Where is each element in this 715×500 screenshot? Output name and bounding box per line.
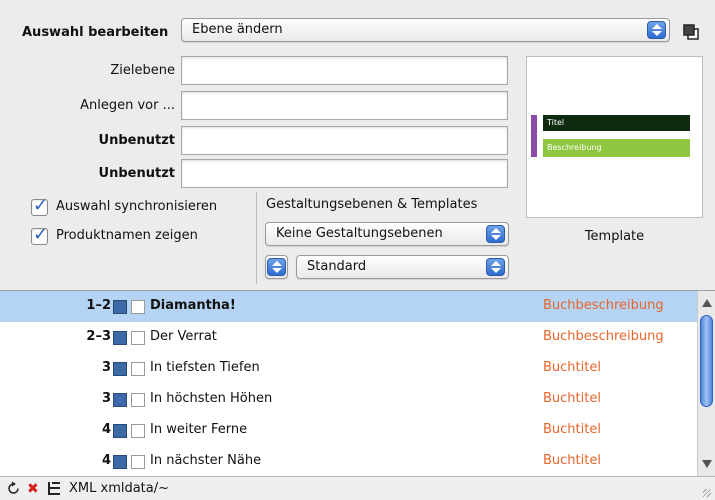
list-item[interactable]: 3 In tiefsten Tiefen Buchtitel (0, 353, 697, 384)
delete-icon[interactable]: ✖ (27, 481, 39, 497)
list-item-title: Der Verrat (150, 329, 217, 344)
design-layers-popup[interactable]: Keine Gestaltungsebenen (265, 222, 509, 246)
edit-panel: Auswahl bearbeiten Ebene ändern Zieleben… (0, 0, 715, 290)
row-checkbox[interactable] (131, 455, 145, 469)
list-scrollbar[interactable] (697, 291, 715, 476)
layer-color-icon (113, 455, 127, 469)
list-item-type: Buchtitel (543, 360, 601, 375)
preview-frame-bar (531, 115, 537, 157)
create-before-field[interactable] (181, 91, 508, 120)
list-item[interactable]: 1–2 Diamantha! Buchbeschreibung (0, 291, 697, 322)
sync-selection-label: Auswahl synchronisieren (56, 199, 218, 214)
list-item[interactable]: 3 In höchsten Höhen Buchtitel (0, 384, 697, 415)
list-item-title: In weiter Ferne (150, 422, 248, 437)
show-product-names-label: Produktnamen zeigen (56, 228, 198, 243)
row-checkbox[interactable] (131, 424, 145, 438)
layer-color-icon (113, 393, 127, 407)
layer-color-icon (113, 362, 127, 376)
status-bar: ✖ XML xmldata/~ (0, 476, 715, 500)
template-caption: Template (584, 229, 645, 244)
resize-grip-icon[interactable] (703, 489, 711, 497)
target-layer-label: Zielebene (110, 63, 175, 78)
list-item-type: Buchtitel (543, 391, 601, 406)
list-item-type: Buchbeschreibung (543, 298, 664, 313)
stepper-icon (267, 258, 286, 276)
vertical-divider (256, 192, 257, 284)
preview-description-block: Beschreibung (543, 139, 690, 157)
preview-title-block: Titel (543, 115, 690, 131)
edit-selection-label: Auswahl bearbeiten (22, 25, 169, 40)
list-item-number: 3 (101, 360, 111, 375)
scroll-thumb[interactable] (700, 315, 713, 407)
element-list[interactable]: 1–2 Diamantha! Buchbeschreibung 2–3 Der … (0, 291, 697, 476)
target-layer-field[interactable] (181, 56, 508, 85)
template-preview: Titel Beschreibung (526, 56, 703, 218)
list-item-number: 2–3 (86, 329, 111, 344)
list-item-number: 1–2 (86, 298, 111, 313)
row-checkbox[interactable] (131, 393, 145, 407)
row-checkbox[interactable] (131, 362, 145, 376)
unused-field-2[interactable] (181, 159, 508, 188)
popup-stepper-icon (486, 258, 505, 276)
template-popup[interactable]: Standard (296, 255, 509, 279)
sync-selection-checkbox[interactable]: ✓ (31, 195, 48, 216)
layer-color-icon (113, 424, 127, 438)
list-item-number: 4 (101, 422, 111, 437)
unused-label-1: Unbenutzt (98, 133, 175, 148)
copy-icon[interactable] (683, 24, 699, 40)
list-item[interactable]: 4 In nächster Nähe Buchtitel (0, 446, 697, 476)
create-before-label: Anlegen vor ... (80, 98, 175, 113)
list-item[interactable]: 4 In weiter Ferne Buchtitel (0, 415, 697, 446)
popup-stepper-icon (647, 21, 666, 39)
design-layers-heading: Gestaltungsebenen & Templates (266, 197, 478, 212)
list-item-type: Buchtitel (543, 422, 601, 437)
design-layers-popup-value: Keine Gestaltungsebenen (276, 226, 443, 241)
xml-path-label: XML xmldata/~ (69, 481, 170, 496)
template-stepper-button[interactable] (265, 255, 288, 279)
refresh-icon[interactable] (6, 481, 21, 496)
row-checkbox[interactable] (131, 331, 145, 345)
scroll-down-arrow-icon[interactable] (702, 460, 712, 468)
tree-icon[interactable] (47, 481, 61, 496)
layer-color-icon (113, 300, 127, 314)
template-popup-value: Standard (307, 259, 367, 274)
action-popup-value: Ebene ändern (192, 22, 283, 37)
row-checkbox[interactable] (131, 300, 145, 314)
show-product-names-checkbox[interactable]: ✓ (31, 224, 48, 245)
checkmark-icon: ✓ (33, 195, 49, 216)
list-item-number: 3 (101, 391, 111, 406)
layer-color-icon (113, 331, 127, 345)
list-item-number: 4 (101, 453, 111, 468)
unused-field-1[interactable] (181, 126, 508, 155)
list-item-type: Buchtitel (543, 453, 601, 468)
list-item-title: Diamantha! (150, 298, 236, 313)
list-item-title: In nächster Nähe (150, 453, 262, 468)
list-item[interactable]: 2–3 Der Verrat Buchbeschreibung (0, 322, 697, 353)
list-item-type: Buchbeschreibung (543, 329, 664, 344)
action-popup[interactable]: Ebene ändern (181, 18, 670, 42)
checkmark-icon: ✓ (33, 224, 49, 245)
popup-stepper-icon (486, 225, 505, 243)
list-item-title: In höchsten Höhen (150, 391, 273, 406)
unused-label-2: Unbenutzt (98, 166, 175, 181)
list-item-title: In tiefsten Tiefen (150, 360, 260, 375)
scroll-up-arrow-icon[interactable] (702, 299, 712, 307)
